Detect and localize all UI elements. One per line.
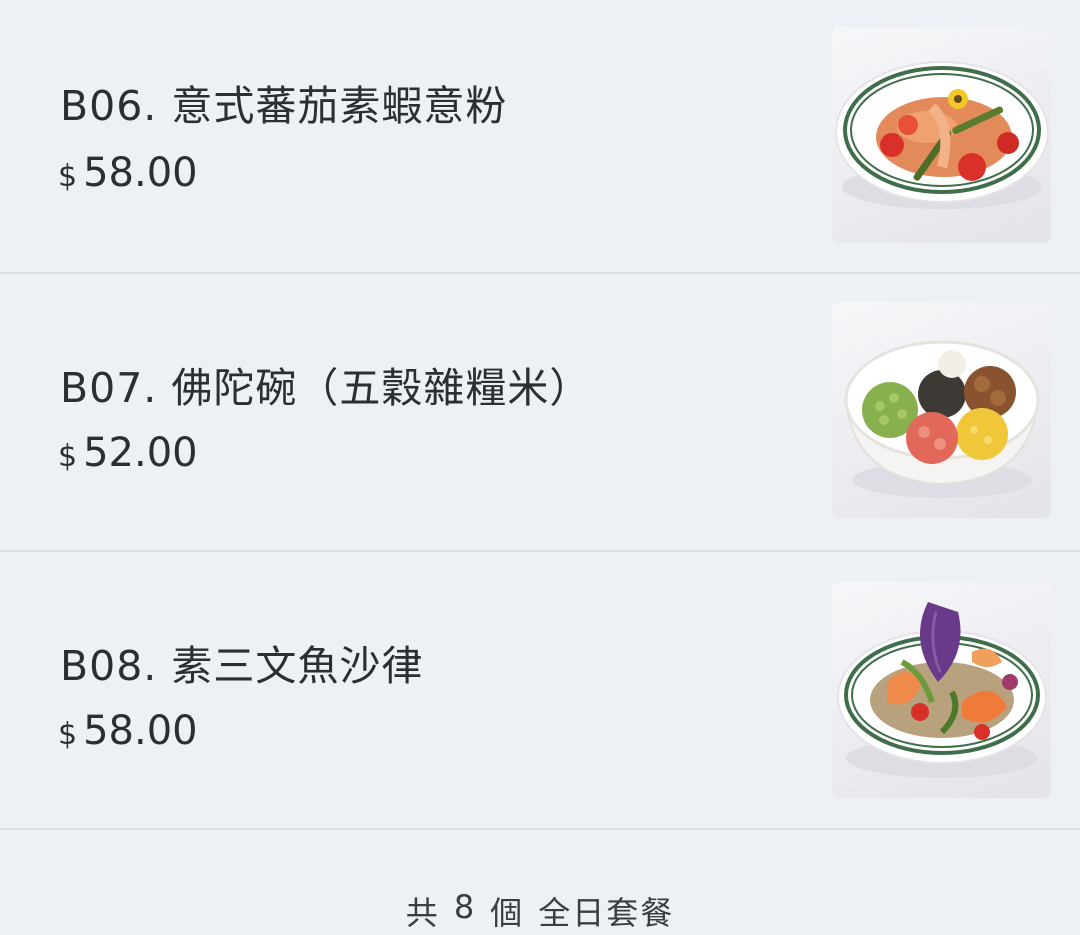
- buddha-bowl-icon[interactable]: [832, 302, 1051, 518]
- footer-unit: 個: [490, 894, 525, 932]
- currency-symbol: $: [58, 717, 78, 752]
- pasta-plate-icon[interactable]: [832, 27, 1051, 243]
- salmon-salad-icon[interactable]: [832, 582, 1051, 798]
- menu-item-b06[interactable]: B06. 意式蕃茄素蝦意粉 $ 58.00: [0, 0, 1080, 274]
- item-price: $ 58.00: [58, 708, 198, 754]
- price-amount: 58.00: [83, 150, 198, 196]
- price-amount: 58.00: [83, 708, 198, 754]
- price-amount: 52.00: [83, 430, 198, 476]
- item-price: $ 52.00: [58, 430, 198, 476]
- item-count-footer: 共 8 個 全日套餐: [0, 888, 1080, 934]
- currency-symbol: $: [58, 159, 78, 194]
- item-name: B08. 素三文魚沙律: [60, 642, 424, 690]
- menu-list: B06. 意式蕃茄素蝦意粉 $ 58.00 B07. 佛陀碗（五穀雜糧米） $ …: [0, 0, 1080, 830]
- menu-item-b07[interactable]: B07. 佛陀碗（五穀雜糧米） $ 52.00: [0, 274, 1080, 552]
- item-name: B07. 佛陀碗（五穀雜糧米）: [60, 364, 592, 412]
- footer-category: 全日套餐: [538, 894, 675, 932]
- footer-prefix: 共: [405, 894, 440, 932]
- item-price: $ 58.00: [58, 150, 198, 196]
- item-name: B06. 意式蕃茄素蝦意粉: [60, 82, 508, 130]
- menu-item-b08[interactable]: B08. 素三文魚沙律 $ 58.00: [0, 552, 1080, 830]
- currency-symbol: $: [58, 439, 78, 474]
- footer-count: 8: [453, 888, 477, 926]
